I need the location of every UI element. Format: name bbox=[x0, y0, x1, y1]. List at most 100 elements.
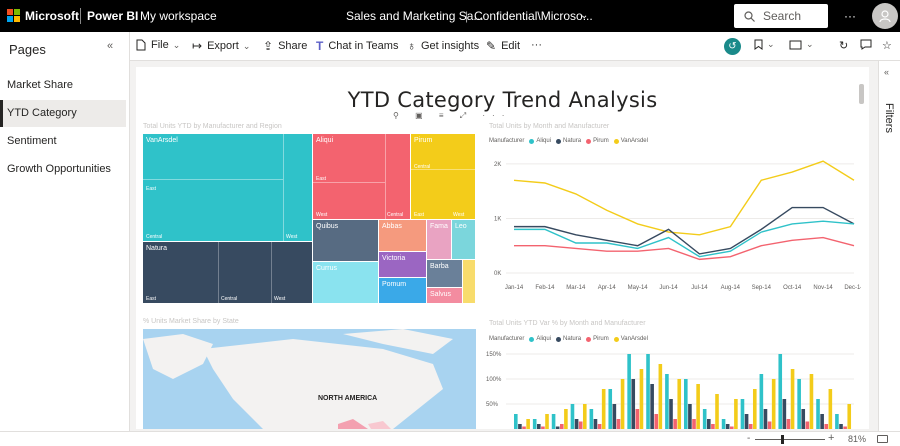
edit-button[interactable]: ✎ Edit bbox=[486, 39, 520, 53]
x-tick-label: Sep-14 bbox=[752, 285, 772, 291]
favorite-button[interactable]: ☆ bbox=[882, 39, 892, 52]
export-icon: ↦ bbox=[192, 39, 203, 53]
avatar[interactable] bbox=[872, 3, 898, 29]
legend-item-natura[interactable]: Natura bbox=[563, 138, 581, 144]
treemap-tile-vanarsdel[interactable]: VanArsdel East Central West bbox=[143, 134, 313, 242]
share-button[interactable]: ⇪ Share bbox=[263, 39, 307, 53]
treemap-chart[interactable]: VanArsdel East Central West Natura East … bbox=[143, 134, 476, 304]
bar-pirum bbox=[805, 421, 810, 429]
page-item-growth-opportunities[interactable]: Growth Opportunities bbox=[0, 156, 126, 183]
map-land-shapes bbox=[143, 329, 453, 429]
zoom-out-button[interactable]: - bbox=[747, 433, 750, 444]
workspace-link[interactable]: My workspace bbox=[140, 9, 217, 23]
reset-icon[interactable]: ↺ bbox=[724, 38, 741, 55]
bookmark-button[interactable]: ⌄ bbox=[754, 39, 775, 50]
page-item-market-share[interactable]: Market Share bbox=[0, 72, 126, 99]
collapse-pages-icon[interactable]: « bbox=[107, 40, 113, 52]
file-menu-button[interactable]: File ⌄ bbox=[136, 39, 180, 51]
bar-pirum bbox=[843, 426, 847, 429]
refresh-button[interactable]: ↻ bbox=[839, 39, 848, 52]
line-chart[interactable]: 0K 1K 2K Jan-14 Feb-14 Mar-14 Apr-14 May-14 Jun-… bbox=[486, 149, 861, 302]
legend-item-aliqui[interactable]: Aliqui bbox=[536, 138, 551, 144]
expand-filters-icon[interactable]: « bbox=[884, 67, 889, 77]
canvas-scrollbar[interactable] bbox=[859, 84, 864, 104]
bar-pirum bbox=[597, 424, 602, 429]
legend-item-aliqui[interactable]: Aliqui bbox=[536, 336, 551, 342]
treemap-tile-quibus[interactable]: Quibus bbox=[313, 220, 379, 262]
filters-label[interactable]: Filters bbox=[883, 103, 895, 133]
x-tick-label: Feb-14 bbox=[535, 285, 555, 291]
legend-item-vanarsdel[interactable]: VanArsdel bbox=[621, 336, 648, 342]
comment-button[interactable] bbox=[860, 39, 872, 50]
power-bi-app-name[interactable]: Power BI bbox=[87, 9, 138, 23]
report-name[interactable]: Sales and Marketing Sa... bbox=[346, 9, 483, 23]
page-item-sentiment[interactable]: Sentiment bbox=[0, 128, 126, 155]
bar-aliqui bbox=[627, 354, 631, 429]
legend-dot bbox=[529, 138, 535, 144]
chevron-down-icon: ⌄ bbox=[242, 40, 251, 51]
bar-aliqui bbox=[816, 399, 820, 429]
bar-vanarsdel bbox=[847, 404, 852, 429]
market-share-map[interactable]: NORTH AMERICA bbox=[143, 329, 476, 429]
tile-label: Quibus bbox=[316, 223, 339, 230]
treemap-tile-barba[interactable]: Barba bbox=[427, 260, 463, 288]
bar-aliqui bbox=[778, 354, 783, 429]
person-icon bbox=[879, 10, 891, 23]
bar-natura bbox=[612, 404, 617, 429]
bar-aliqui bbox=[665, 374, 669, 429]
treemap-tile-pirum[interactable]: Pirum Central East West bbox=[411, 134, 476, 220]
legend-dot bbox=[529, 336, 535, 342]
tile-label: Abbas bbox=[382, 223, 402, 230]
treemap-tile-fama[interactable]: Fama bbox=[427, 220, 452, 260]
more-actions-button[interactable]: ··· bbox=[531, 39, 542, 51]
treemap-tile-pomum[interactable]: Pomum bbox=[379, 278, 427, 304]
search-input[interactable]: Search bbox=[734, 4, 828, 28]
legend-item-pirum[interactable]: Pirum bbox=[593, 138, 609, 144]
bar-aliqui bbox=[570, 404, 575, 429]
page-item-ytd-category[interactable]: YTD Category bbox=[0, 100, 126, 127]
bar-natura bbox=[631, 379, 636, 429]
treemap-tile-leo[interactable]: Leo bbox=[452, 220, 476, 260]
legend-dot bbox=[586, 336, 592, 342]
treemap-tile-other[interactable] bbox=[463, 260, 476, 304]
legend-dot bbox=[586, 138, 592, 144]
bar-vanarsdel bbox=[752, 389, 757, 429]
bar-pirum bbox=[692, 419, 696, 429]
more-options-icon[interactable]: ··· bbox=[844, 9, 856, 23]
treemap-tile-currus[interactable]: Currus bbox=[313, 262, 379, 304]
bar-aliqui bbox=[589, 409, 594, 429]
treemap-tile-victoria[interactable]: Victoria bbox=[379, 252, 427, 278]
visual-header-icons[interactable]: ⚲ ▣ ≡ ⤢ ··· bbox=[393, 111, 511, 121]
legend-item-natura[interactable]: Natura bbox=[563, 336, 581, 342]
chat-in-teams-button[interactable]: T Chat in Teams bbox=[316, 39, 398, 53]
bar-chart[interactable]: 50% 100% 150% bbox=[486, 347, 861, 429]
treemap-tile-abbas[interactable]: Abbas bbox=[379, 220, 427, 252]
treemap-tile-aliqui[interactable]: Aliqui East West Central bbox=[313, 134, 411, 220]
bar-natura bbox=[820, 414, 824, 429]
view-button[interactable]: ⌄ bbox=[789, 39, 814, 50]
export-menu-button[interactable]: ↦ Export ⌄ bbox=[192, 39, 250, 53]
treemap-tile-salvus[interactable]: Salvus bbox=[427, 288, 463, 304]
treemap-tile-natura[interactable]: Natura East Central West bbox=[143, 242, 313, 304]
zoom-slider[interactable] bbox=[755, 439, 825, 440]
legend-item-pirum[interactable]: Pirum bbox=[593, 336, 609, 342]
zoom-in-button[interactable]: + bbox=[828, 432, 834, 444]
filters-pane[interactable]: « Filters bbox=[878, 61, 900, 431]
bar-pirum bbox=[654, 414, 659, 429]
bookmark-icon bbox=[754, 39, 763, 50]
bar-pirum bbox=[635, 409, 640, 429]
chevron-down-icon[interactable]: ⌄ bbox=[580, 10, 588, 21]
sensitivity-label[interactable]: Confidential\Microso... bbox=[474, 9, 593, 23]
get-insights-button[interactable]: ♁ Get insights bbox=[407, 39, 479, 53]
fit-to-page-icon[interactable] bbox=[877, 435, 888, 443]
bar-natura bbox=[518, 424, 522, 429]
file-icon bbox=[136, 39, 146, 51]
zoom-slider-thumb[interactable] bbox=[781, 435, 784, 444]
legend-item-vanarsdel[interactable]: VanArsdel bbox=[621, 138, 648, 144]
bar-natura bbox=[593, 419, 598, 429]
microsoft-brand[interactable]: Microsoft bbox=[25, 9, 79, 23]
insights-label: Get insights bbox=[421, 40, 480, 52]
bar-natura bbox=[669, 399, 673, 429]
lightbulb-icon: ♁ bbox=[407, 39, 416, 53]
chevron-down-icon: ⌄ bbox=[806, 39, 814, 49]
